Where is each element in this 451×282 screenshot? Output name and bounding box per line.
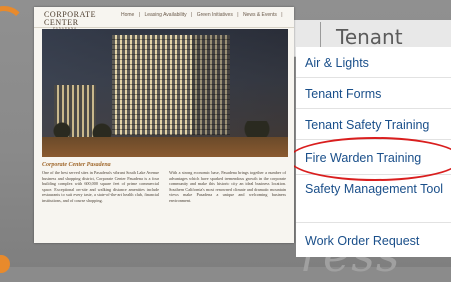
menu-item-air-lights[interactable]: Air & Lights [296, 47, 451, 78]
nav-separator: | [191, 12, 193, 18]
nav-separator: | [138, 12, 141, 18]
website-nav: Home | Leasing Availability | Green Init… [121, 12, 286, 18]
nav-link-green-initiatives[interactable]: Green Initiatives [197, 12, 233, 18]
menu-item-tenant-forms[interactable]: Tenant Forms [296, 78, 451, 109]
website-preview: CORPORATE CENTER PASADENA Home | Leasing… [34, 7, 294, 243]
highlight-circle [288, 137, 451, 181]
paragraph-right: With a strong economic base, Pasadena br… [169, 170, 286, 203]
nav-separator: | [281, 12, 283, 18]
menu-item-work-order-request[interactable]: Work Order Request [296, 223, 451, 257]
photo-ground [42, 137, 288, 157]
header-divider [320, 22, 321, 50]
menu-item-tenant-safety-training[interactable]: Tenant Safety Training [296, 109, 451, 140]
nav-link-home[interactable]: Home [121, 12, 134, 18]
paragraph-left: One of the best served sites in Pasadena… [42, 170, 159, 203]
photo-tower-shadow [192, 35, 230, 135]
caption-title: Corporate Center Pasadena [42, 162, 111, 168]
menu-item-safety-management-tool[interactable]: Safety Management Tool [296, 175, 451, 223]
nav-link-leasing-availability[interactable]: Leasing Availability [144, 12, 186, 18]
nav-link-news-events[interactable]: News & Events [243, 12, 277, 18]
nav-separator: | [237, 12, 239, 18]
building-photo [42, 29, 288, 157]
